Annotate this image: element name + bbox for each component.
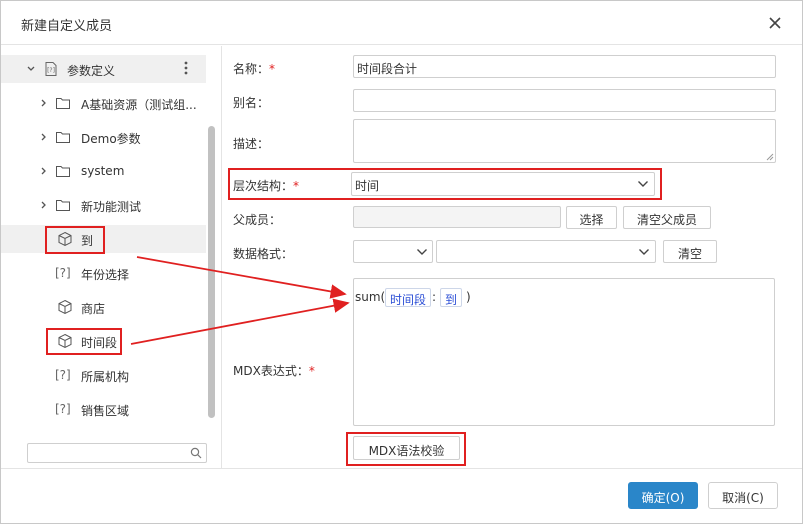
svg-text:[?]: [?] xyxy=(47,67,55,74)
tree-item-store[interactable]: 商店 xyxy=(1,293,206,321)
chevron-down-icon[interactable] xyxy=(416,248,428,256)
description-label: 描述： xyxy=(233,137,270,151)
chevron-right-icon[interactable] xyxy=(39,98,49,108)
mdx-close-paren: ) xyxy=(466,290,471,304)
name-input[interactable]: 时间段合计 xyxy=(353,55,776,78)
tree-item-time-period[interactable]: 时间段 xyxy=(1,327,206,355)
tree-item-label: 新功能测试 xyxy=(81,200,142,214)
parent-member-input xyxy=(353,206,561,228)
name-label: 名称：* xyxy=(233,62,276,76)
tree-item-organization[interactable]: [?] 所属机构 xyxy=(1,361,206,389)
alias-label: 别名： xyxy=(233,96,270,110)
tree-item-label: A基础资源（测试组... xyxy=(81,98,197,112)
chevron-down-icon[interactable] xyxy=(637,180,649,188)
tree-item-sales-region[interactable]: [?] 销售区域 xyxy=(1,395,206,423)
tree-item-to[interactable]: 到 xyxy=(1,225,206,253)
close-icon[interactable] xyxy=(767,15,783,31)
resize-handle-icon[interactable] xyxy=(765,152,774,161)
cube-icon xyxy=(58,333,72,349)
folder-icon xyxy=(56,132,70,143)
tree-item-label: 到 xyxy=(81,234,94,248)
hierarchy-label: 层次结构：* xyxy=(233,179,300,193)
param-icon: [?] xyxy=(55,368,71,382)
mdx-validate-button[interactable]: MDX语法校验 xyxy=(353,436,460,460)
mdx-separator: : xyxy=(432,290,437,304)
mdx-function-text: sum( xyxy=(355,290,386,304)
param-doc-icon: [?] xyxy=(45,62,57,76)
tree-root-param-definition[interactable]: [?] 参数定义 xyxy=(1,55,206,83)
tree-root-label: 参数定义 xyxy=(67,64,116,78)
tree-item-label: system xyxy=(81,164,125,178)
search-icon[interactable] xyxy=(190,447,202,459)
cancel-button[interactable]: 取消(C) xyxy=(708,482,778,509)
folder-icon xyxy=(56,200,70,211)
tree-item-label: 时间段 xyxy=(81,336,118,350)
tree-item-label: 销售区域 xyxy=(81,404,130,418)
alias-input[interactable] xyxy=(353,89,776,112)
more-options-icon[interactable] xyxy=(179,59,193,77)
mdx-expression-label: MDX表达式：* xyxy=(233,364,315,378)
chevron-right-icon[interactable] xyxy=(39,132,49,142)
new-custom-member-dialog: 新建自定义成员 [?] 参数定义 A基础资源（测试组... Demo参数 sys… xyxy=(0,0,803,524)
tree-item-year-select[interactable]: [?] 年份选择 xyxy=(1,259,206,287)
folder-icon xyxy=(56,166,70,177)
mdx-token-time-period[interactable]: 时间段 xyxy=(385,288,432,307)
clear-parent-button[interactable]: 清空父成员 xyxy=(623,206,711,229)
chevron-right-icon[interactable] xyxy=(39,166,49,176)
tree-search-input[interactable] xyxy=(27,443,207,463)
param-icon: [?] xyxy=(55,266,71,280)
data-format-select-2[interactable] xyxy=(436,240,656,263)
param-icon: [?] xyxy=(55,402,71,416)
parameter-tree-panel: [?] 参数定义 A基础资源（测试组... Demo参数 system 新功能测… xyxy=(1,46,222,468)
data-format-label: 数据格式： xyxy=(233,247,294,261)
cube-icon xyxy=(58,299,72,315)
mdx-expression-editor[interactable]: sum( 时间段 : 到 ) xyxy=(353,278,775,426)
chevron-down-icon[interactable] xyxy=(638,248,650,256)
parent-member-label: 父成员： xyxy=(233,213,282,227)
hierarchy-select[interactable]: 时间 xyxy=(351,172,655,196)
tree-item-label: 所属机构 xyxy=(81,370,130,384)
dialog-title: 新建自定义成员 xyxy=(21,19,113,34)
ok-button[interactable]: 确定(O) xyxy=(628,482,698,509)
tree-item-a-resources[interactable]: A基础资源（测试组... xyxy=(1,89,206,117)
tree-scrollbar-thumb[interactable] xyxy=(208,126,215,418)
tree-item-label: 商店 xyxy=(81,302,106,316)
tree-item-label: 年份选择 xyxy=(81,268,130,282)
tree-item-demo-params[interactable]: Demo参数 xyxy=(1,123,206,151)
chevron-down-icon[interactable] xyxy=(26,64,36,74)
chevron-right-icon[interactable] xyxy=(39,200,49,210)
tree-item-label: Demo参数 xyxy=(81,132,141,146)
folder-icon xyxy=(56,98,70,109)
description-textarea[interactable] xyxy=(353,119,776,163)
tree-item-new-feature-test[interactable]: 新功能测试 xyxy=(1,191,206,219)
mdx-token-to[interactable]: 到 xyxy=(440,288,463,307)
select-parent-button[interactable]: 选择 xyxy=(566,206,617,229)
tree-item-system[interactable]: system xyxy=(1,157,206,185)
clear-format-button[interactable]: 清空 xyxy=(663,240,717,263)
cube-icon xyxy=(58,231,72,247)
dialog-titlebar: 新建自定义成员 xyxy=(1,1,802,45)
